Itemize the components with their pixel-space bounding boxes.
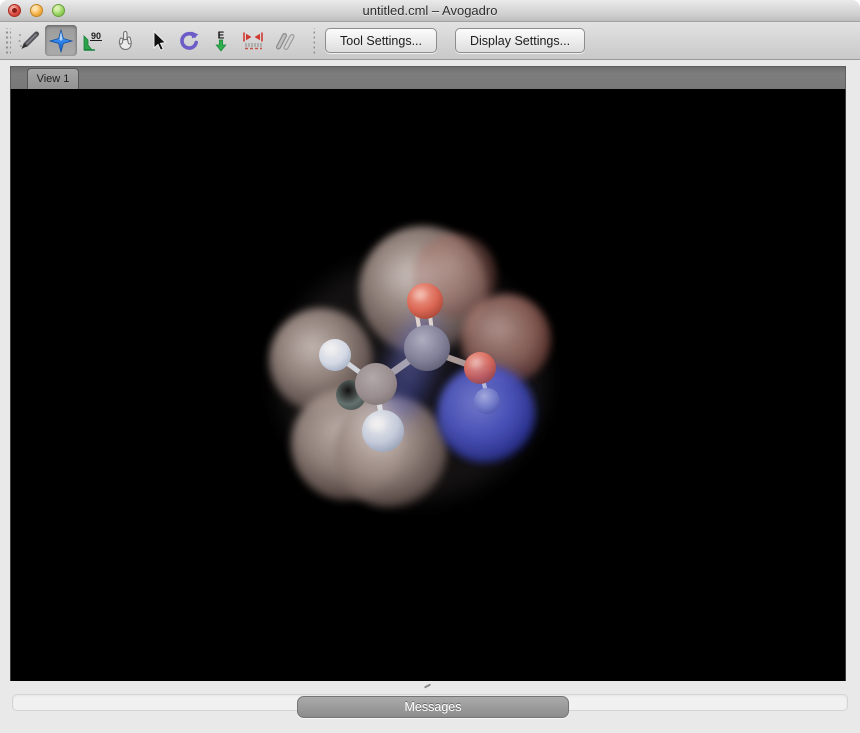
tab-view-1[interactable]: View 1: [27, 68, 79, 89]
auto-rotate-tool-button[interactable]: [173, 25, 205, 56]
manipulate-tool-button[interactable]: [109, 25, 141, 56]
view-tab-bar: View 1: [10, 66, 846, 89]
molecule-3d-render: [11, 89, 847, 681]
hand-icon: [113, 29, 137, 53]
align-tool-button[interactable]: [237, 25, 269, 56]
title-bar: untitled.cml – Avogadro: [0, 0, 860, 22]
energy-down-arrow-icon: E: [209, 29, 233, 53]
close-button[interactable]: [8, 4, 21, 17]
traffic-lights: [8, 4, 65, 17]
toolbar: 90: [0, 22, 860, 60]
auto-optimize-tool-button[interactable]: E: [205, 25, 237, 56]
bottom-bar: Messages: [0, 681, 860, 733]
zmatrix-tool-button[interactable]: [269, 25, 301, 56]
cursor-arrow-icon: [145, 29, 169, 53]
measure-tool-button[interactable]: 90: [77, 25, 109, 56]
window-title: untitled.cml – Avogadro: [0, 3, 860, 18]
cursor-artifact: [424, 685, 431, 690]
rotate-arrow-icon: [177, 29, 201, 53]
navigate-tool-button[interactable]: [45, 25, 77, 56]
avogadro-window: untitled.cml – Avogadro: [0, 0, 860, 733]
minimize-button[interactable]: [30, 4, 43, 17]
toolbar-separator: [313, 28, 315, 54]
gl-viewport[interactable]: [10, 89, 846, 681]
draw-tool-button[interactable]: [13, 25, 45, 56]
navigate-compass-icon: [49, 29, 73, 53]
pencil-icon: [17, 29, 41, 53]
select-tool-button[interactable]: [141, 25, 173, 56]
workspace: View 1: [0, 66, 860, 733]
toolbar-grip-handle[interactable]: [4, 28, 11, 54]
display-settings-button[interactable]: Display Settings...: [455, 28, 585, 53]
svg-text:90: 90: [91, 31, 101, 41]
align-arrows-icon: [241, 29, 265, 53]
bond-sticks-icon: [273, 29, 297, 53]
tool-settings-button[interactable]: Tool Settings...: [325, 28, 437, 53]
messages-button[interactable]: Messages: [297, 696, 569, 718]
zoom-button[interactable]: [52, 4, 65, 17]
protractor-90-icon: 90: [81, 29, 105, 53]
